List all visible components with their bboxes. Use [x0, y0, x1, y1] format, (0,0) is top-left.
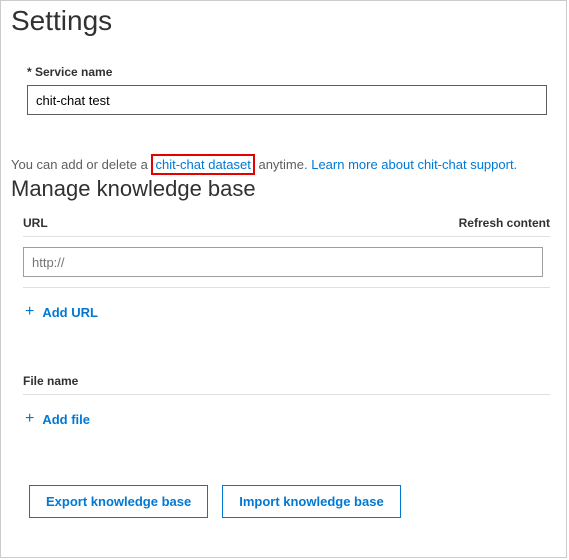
divider: [23, 287, 550, 288]
add-url-button[interactable]: + Add URL: [25, 304, 98, 320]
plus-icon: +: [25, 304, 34, 320]
learn-more-link[interactable]: Learn more about chit-chat support.: [311, 157, 517, 172]
import-button[interactable]: Import knowledge base: [222, 485, 400, 518]
plus-icon: +: [25, 411, 34, 427]
url-header-row: URL Refresh content: [23, 216, 550, 237]
add-url-label: Add URL: [42, 305, 98, 320]
hint-prefix: You can add or delete a: [11, 157, 151, 172]
page-title: Settings: [11, 5, 556, 37]
add-file-label: Add file: [42, 412, 90, 427]
file-name-label: File name: [23, 374, 550, 395]
url-input[interactable]: [23, 247, 543, 277]
url-column-label: URL: [23, 216, 48, 230]
chit-chat-hint: You can add or delete a chit-chat datase…: [11, 157, 556, 172]
manage-heading: Manage knowledge base: [11, 176, 556, 202]
service-name-label: * Service name: [27, 65, 556, 79]
service-name-input[interactable]: [27, 85, 547, 115]
chit-chat-dataset-link[interactable]: chit-chat dataset: [155, 157, 250, 172]
refresh-column-label: Refresh content: [459, 216, 550, 230]
hint-mid: anytime.: [255, 157, 311, 172]
export-button[interactable]: Export knowledge base: [29, 485, 208, 518]
add-file-button[interactable]: + Add file: [25, 411, 90, 427]
